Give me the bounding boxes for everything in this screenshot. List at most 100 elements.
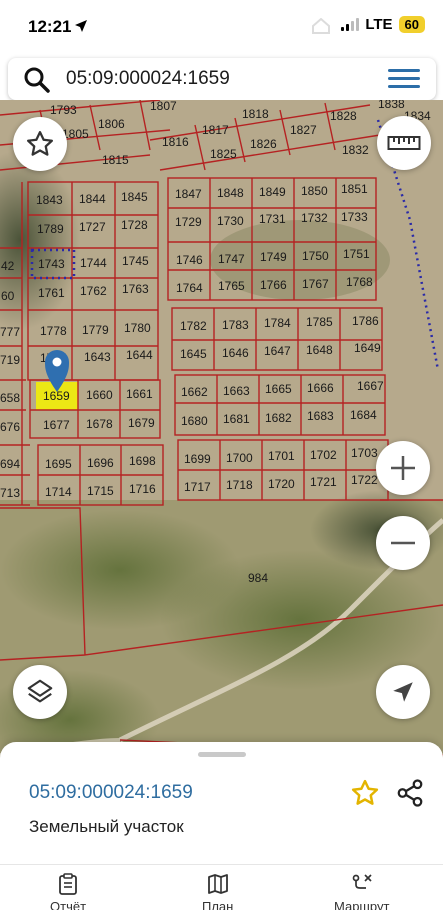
parcel-label: 1750 [302,249,329,263]
parcel-label: 1765 [218,279,245,293]
zoom-out-button[interactable] [376,516,430,570]
parcel-label: 1682 [265,411,292,425]
search-bar[interactable] [8,58,436,100]
parcel-label: 1751 [343,247,370,261]
search-icon[interactable] [23,66,51,94]
location-arrow-icon [75,20,87,32]
parcel-label: 1832 [342,143,369,157]
parcel-label: 1696 [87,456,114,470]
parcel-label: 1716 [129,482,156,496]
parcel-label: 1698 [129,454,156,468]
route-icon [352,874,372,889]
tab-report[interactable]: Отчёт [50,873,86,910]
ruler-icon [387,136,421,150]
parcel-label: 1720 [268,477,295,491]
parcel-label: 1667 [357,379,384,393]
layers-button[interactable] [13,665,67,719]
parcel-label: 1844 [79,192,106,206]
menu-icon[interactable] [388,69,420,89]
parcel-label-large: 984 [248,571,268,585]
parcel-label: 1647 [264,344,291,358]
map-view[interactable]: 1793 1807 1818 1828 1838 1806 1805 1816 … [0,100,443,770]
parcel-label: 1732 [301,211,328,225]
parcel-label: 1679 [128,416,155,430]
parcel-cadastral-number: 05:09:000024:1659 [29,782,193,803]
parcel-label: 1763 [122,282,149,296]
parcel-label: 1677 [43,418,70,432]
parcel-label: 1746 [176,253,203,267]
parcel-label: 1722 [351,473,378,487]
parcel-label: 1749 [260,250,287,264]
parcel-label: 1838 [378,100,405,111]
parcel-label: 1848 [217,186,244,200]
parcel-label: 1666 [307,381,334,395]
parcel-label: 1815 [102,153,129,167]
battery-level: 60 [398,16,425,33]
parcel-label: 1817 [202,123,229,137]
parcel-label: 1701 [268,449,295,463]
parcel-label: 1665 [265,382,292,396]
locate-me-button[interactable] [376,665,430,719]
parcel-label: 1747 [218,252,245,266]
parcel-label: 1786 [352,314,379,328]
parcel-label: 1727 [79,220,106,234]
parcel-label: 694 [0,457,20,471]
parcel-label: 1733 [341,210,368,224]
tab-plan[interactable]: План [202,873,233,910]
parcel-label: 1645 [180,347,207,361]
ruler-button[interactable] [377,116,431,170]
report-icon [59,873,77,895]
parcel-label: 1766 [260,278,287,292]
parcel-label: 1699 [184,452,211,466]
parcel-label: 1789 [37,222,64,236]
parcel-label: 1715 [87,484,114,498]
search-input[interactable] [66,66,366,92]
parcel-label: 1825 [210,147,237,161]
parcel-label: 676 [0,420,20,434]
map-icon [207,874,228,894]
parcel-label: 42 [1,259,15,273]
parcel-label: 1700 [226,451,253,465]
network-type: LTE [365,16,393,33]
parcel-label: 1663 [223,384,250,398]
parcel-label: 1695 [45,457,72,471]
parcel-label: 1744 [80,256,107,270]
parcel-label: 1644 [126,348,153,362]
parcel-label: 1721 [310,475,337,489]
parcel-label: 1778 [40,324,67,338]
parcel-label: 719 [0,353,20,367]
status-indicators: LTE 60 [341,16,425,33]
share-icon[interactable] [395,778,425,808]
parcel-label: 1779 [82,323,109,337]
parcel-label: 1681 [223,412,250,426]
tab-route[interactable]: Маршрут [334,873,389,910]
navigation-arrow-icon [393,682,413,702]
favorite-map-button[interactable] [13,117,67,171]
parcel-label: 1661 [126,387,153,401]
zoom-in-button[interactable] [376,441,430,495]
parcel-label: 1745 [122,254,149,268]
parcel-label: 1816 [162,135,189,149]
parcel-label: 1729 [175,215,202,229]
parcel-label: 1718 [226,478,253,492]
parcel-label: 1827 [290,123,317,137]
parcel-label: 1646 [222,346,249,360]
parcel-label: 1826 [250,137,277,151]
parcel-label: 1717 [184,480,211,494]
drag-handle[interactable] [198,752,246,757]
parcel-label: 1683 [307,409,334,423]
parcel-label: 1730 [217,214,244,228]
parcel-info-card[interactable]: 05:09:000024:1659 Земельный участок [0,742,443,864]
parcel-label: 1849 [259,185,286,199]
parcel-label: 1643 [84,350,111,364]
favorite-star-icon[interactable] [350,778,380,808]
parcel-label: 1793 [50,103,77,117]
parcel-label: 1768 [346,275,373,289]
parcel-label: 1660 [86,388,113,402]
parcel-label: 1703 [351,446,378,460]
parcel-label: 1714 [45,485,72,499]
parcel-label: 1785 [306,315,333,329]
parcel-label: 1678 [86,417,113,431]
parcel-label: 1851 [341,182,368,196]
satellite-map[interactable]: 1793 1807 1818 1828 1838 1806 1805 1816 … [0,100,443,770]
